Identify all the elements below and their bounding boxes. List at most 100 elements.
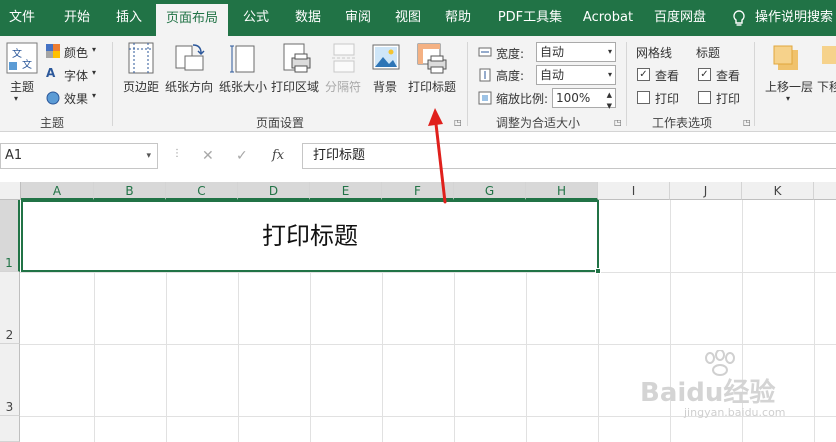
print-titles-icon <box>417 43 447 74</box>
colors-label: 颜色 <box>64 46 89 60</box>
column-header-b[interactable]: B <box>94 182 166 200</box>
svg-text:文: 文 <box>12 47 22 60</box>
height-label: 高度: <box>496 69 525 83</box>
column-header-d[interactable]: D <box>238 182 310 200</box>
watermark-url: jingyan.baidu.com <box>684 406 786 419</box>
checkbox-box <box>637 91 650 104</box>
fill-handle[interactable] <box>595 268 601 274</box>
formula-input[interactable]: 打印标题 <box>302 143 836 169</box>
column-header-f[interactable]: F <box>382 182 454 200</box>
margins-label: 页边距 <box>123 80 160 94</box>
column-header-j[interactable]: J <box>670 182 742 200</box>
background-label: 背景 <box>373 80 398 94</box>
tab-formulas[interactable]: 公式 <box>232 0 280 36</box>
orientation-icon <box>175 44 205 71</box>
name-box-value: A1 <box>5 148 23 163</box>
width-icon <box>478 47 492 57</box>
tab-pdf-tools[interactable]: PDF工具集 <box>490 0 570 36</box>
formula-bar-row: A1 ▾ ⋮ ✕ ✓ fx 打印标题 <box>0 140 836 174</box>
print-area-icon <box>283 43 311 73</box>
gridlines-view-label: 查看 <box>655 69 680 83</box>
orientation-label: 纸张方向 <box>165 80 214 94</box>
colors-icon <box>46 44 60 58</box>
name-box[interactable]: A1 ▾ <box>0 143 158 169</box>
column-header-h[interactable]: H <box>526 182 598 200</box>
width-select-value: 自动 <box>540 45 565 59</box>
column-header-i[interactable]: I <box>598 182 670 200</box>
row-header-partial[interactable] <box>0 416 20 442</box>
send-backward-icon <box>822 46 836 64</box>
tab-file[interactable]: 文件 <box>0 0 44 36</box>
row-header-2[interactable]: 2 <box>0 272 20 344</box>
chevron-down-icon: ▾ <box>607 70 612 79</box>
fonts-label: 字体 <box>64 69 89 83</box>
tab-baidu-netdisk[interactable]: 百度网盘 <box>648 0 712 36</box>
sheet-options-launcher-icon[interactable]: ◳ <box>743 118 751 127</box>
column-header-c[interactable]: C <box>166 182 238 200</box>
tab-acrobat[interactable]: Acrobat <box>576 0 640 36</box>
chevron-down-icon: ▾ <box>92 91 97 100</box>
height-icon <box>479 68 491 82</box>
width-select[interactable]: 自动 ▾ <box>536 42 616 62</box>
spin-down-icon[interactable]: ▼ <box>607 97 612 115</box>
scale-label: 缩放比例: <box>496 92 549 106</box>
tab-help[interactable]: 帮助 <box>434 0 482 36</box>
cancel-entry-icon[interactable]: ✕ <box>202 148 214 164</box>
svg-text:文: 文 <box>22 58 32 71</box>
tab-insert[interactable]: 插入 <box>104 0 154 36</box>
tab-home[interactable]: 开始 <box>52 0 102 36</box>
chevron-down-icon: ▾ <box>92 45 97 54</box>
scale-spinner[interactable]: 100% ▲ ▼ <box>552 88 616 110</box>
bring-forward-icon <box>773 45 798 70</box>
group-separator <box>754 42 755 126</box>
height-select-value: 自动 <box>540 68 565 82</box>
tab-page-layout[interactable]: 页面布局 <box>156 4 228 36</box>
print-titles-label: 打印标题 <box>408 80 457 94</box>
height-select[interactable]: 自动 ▾ <box>536 65 616 85</box>
select-all-corner[interactable] <box>0 182 21 200</box>
headings-view-label: 查看 <box>716 69 741 83</box>
lightbulb-icon[interactable] <box>731 10 747 28</box>
margins-icon <box>128 42 154 74</box>
row-header-3[interactable]: 3 <box>0 344 20 416</box>
page-setup-launcher-icon[interactable]: ◳ <box>454 118 462 127</box>
column-header-partial[interactable] <box>814 182 836 200</box>
watermark-brand: Baidu经验 <box>640 378 776 408</box>
effects-label: 效果 <box>64 92 89 106</box>
headings-print-label: 打印 <box>716 92 741 106</box>
cell-a1-merged[interactable]: 打印标题 <box>21 200 599 272</box>
confirm-entry-icon[interactable]: ✓ <box>236 148 248 164</box>
paper-size-icon <box>230 45 255 73</box>
theme-icon: 文 文 <box>6 42 38 74</box>
chevron-down-icon: ▾ <box>92 68 97 77</box>
width-label: 宽度: <box>496 47 525 61</box>
column-header-g[interactable]: G <box>454 182 526 200</box>
insert-function-icon[interactable]: fx <box>272 148 284 163</box>
headings-header: 标题 <box>696 46 721 60</box>
column-header-e[interactable]: E <box>310 182 382 200</box>
send-backward-label: 下移 <box>817 80 836 94</box>
check-icon: ✓ <box>637 68 650 81</box>
ribbon-page-layout: 文 文 主题 ▾ 颜色 ▾ A 字体 ▾ 效果 ▾ 主题 页边距 纸张方向 纸张… <box>0 36 836 132</box>
tab-view[interactable]: 视图 <box>384 0 432 36</box>
group-separator <box>626 42 627 126</box>
scale-launcher-icon[interactable]: ◳ <box>614 118 622 127</box>
ribbon-tab-bar: 文件 开始 插入 页面布局 公式 数据 审阅 视图 帮助 PDF工具集 Acro… <box>0 0 836 36</box>
group-separator <box>112 42 113 126</box>
column-header-a[interactable]: A <box>21 182 94 200</box>
column-header-k[interactable]: K <box>742 182 814 200</box>
tab-data[interactable]: 数据 <box>284 0 332 36</box>
breaks-label: 分隔符 <box>325 80 362 94</box>
bring-forward-label: 上移一层 <box>765 80 814 94</box>
more-options-icon[interactable]: ⋮ <box>172 148 182 159</box>
effects-icon <box>46 91 60 105</box>
background-image-icon <box>372 44 400 70</box>
theme-button-label: 主题 <box>10 80 35 94</box>
size-label: 纸张大小 <box>219 80 268 94</box>
chevron-down-icon: ▾ <box>607 47 612 56</box>
breaks-icon <box>332 43 356 73</box>
tell-me-search[interactable]: 操作说明搜索 <box>752 0 836 36</box>
tab-review[interactable]: 审阅 <box>334 0 382 36</box>
chevron-down-icon: ▾ <box>146 151 151 161</box>
row-header-1[interactable]: 1 <box>0 200 20 272</box>
